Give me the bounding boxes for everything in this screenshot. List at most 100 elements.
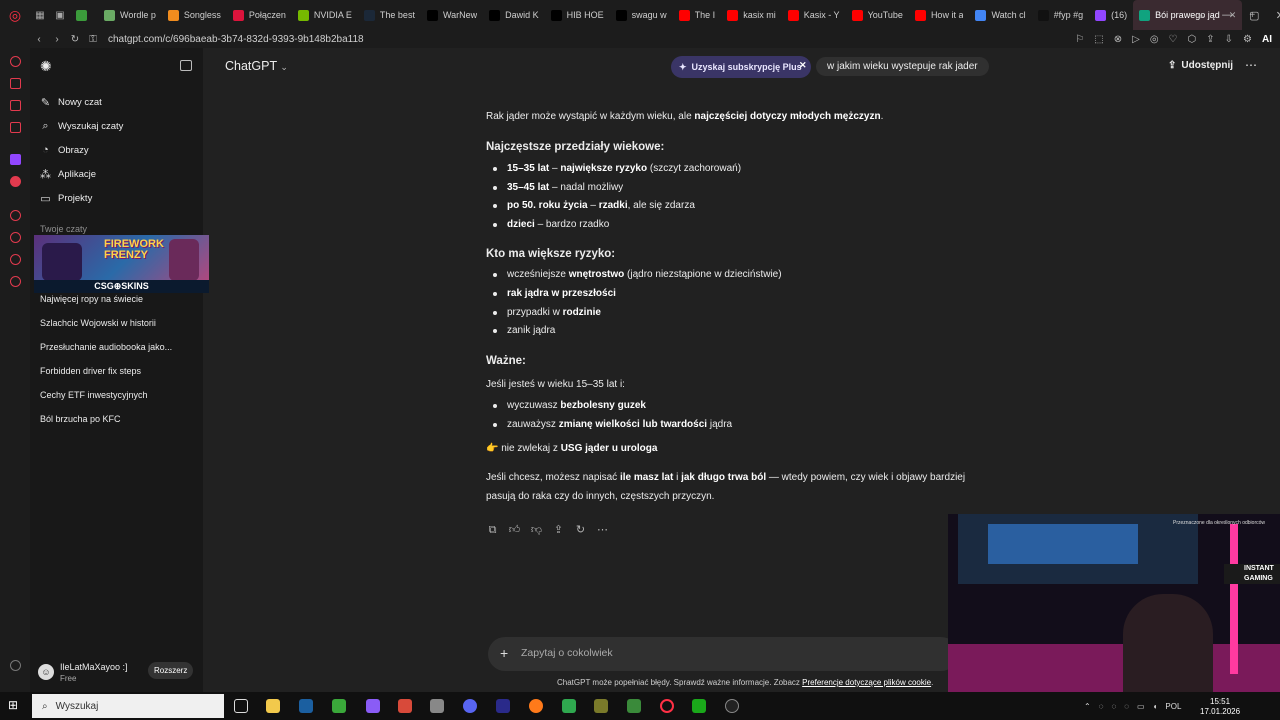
download-icon[interactable]: ⇩ (1225, 34, 1233, 45)
blender-icon[interactable] (529, 699, 543, 713)
tray-app-icon[interactable]: ◌ (1124, 702, 1129, 711)
forward-button[interactable]: › (48, 34, 66, 45)
player-rail-icon[interactable] (10, 210, 21, 221)
browser-tab[interactable]: How it a (909, 0, 970, 30)
messenger-icon[interactable] (10, 100, 21, 111)
upgrade-button[interactable]: Rozszerz (148, 662, 194, 679)
pinboard-icon[interactable] (10, 254, 21, 265)
opera-logo-icon[interactable]: ◎ (0, 0, 30, 30)
opera-gx-icon[interactable] (660, 699, 674, 713)
thumbs-down-icon[interactable]: 👎︎ (530, 524, 543, 537)
close-icon[interactable]: ✕ (799, 60, 807, 71)
snapshot-icon[interactable]: ⬚ (1094, 34, 1103, 45)
player-icon[interactable]: ▷ (1132, 34, 1140, 45)
discord-icon[interactable] (463, 699, 477, 713)
clock[interactable]: 15:51 17.01.2026 (1200, 697, 1240, 717)
composer[interactable]: + Zapytaj o cokolwiek (488, 637, 958, 671)
user-profile-row[interactable]: ☺ IleLatMaXayoo :] Free Rozszerz (38, 658, 203, 686)
app-icon[interactable] (627, 699, 641, 713)
cookie-preferences-link[interactable]: Preferencje dotyczące plików cookie (802, 678, 931, 687)
browser-tab[interactable] (70, 0, 98, 30)
url-field[interactable]: chatgpt.com/c/696baeab-3b74-832d-9393-9b… (108, 34, 364, 45)
taskbar-search[interactable]: ⌕ Wyszukaj (32, 694, 224, 718)
thumbs-up-icon[interactable]: 👍︎ (508, 524, 521, 537)
camera-icon[interactable]: ◎ (1150, 34, 1159, 45)
tray-app-icon[interactable]: ◌ (1099, 702, 1104, 711)
search-tabs-icon[interactable]: ⌕ (1200, 9, 1206, 22)
sidebar-item-apps[interactable]: ⁂ Aplikacje (40, 163, 195, 185)
browser-tab[interactable]: The I (673, 0, 722, 30)
browser-tab[interactable]: swagu w (610, 0, 673, 30)
maximize-button[interactable]: ▢ (1249, 9, 1259, 22)
crystal-app-icon[interactable] (366, 699, 380, 713)
chat-item[interactable]: Najwięcej ropy na świecie (40, 294, 200, 304)
browser-tab[interactable]: NVIDIA E (292, 0, 358, 30)
extensions-icon[interactable]: ⬡ (1188, 34, 1197, 45)
aria-icon[interactable] (10, 56, 21, 67)
minecraft-icon[interactable] (332, 699, 346, 713)
chevron-up-icon[interactable]: ⌃ (1084, 702, 1091, 711)
chat-item[interactable]: Szlachcic Wojowski w historii (40, 318, 200, 328)
bookmark-icon[interactable]: ⚐ (1075, 34, 1084, 45)
browser-tab[interactable]: Songless (162, 0, 227, 30)
site-info-icon[interactable]: ⚿ (84, 34, 102, 45)
copy-icon[interactable]: ⧉ (486, 524, 499, 537)
sidebar-toggle-icon[interactable] (180, 60, 192, 71)
browser-tab[interactable]: WarNew (421, 0, 483, 30)
task-view-icon[interactable] (234, 699, 248, 713)
adblock-icon[interactable]: ⊗ (1114, 34, 1122, 45)
chat-item[interactable]: Forbidden driver fix steps (40, 366, 200, 376)
ai-button[interactable]: AI (1262, 34, 1272, 45)
regenerate-icon[interactable]: ↻ (574, 524, 587, 537)
attach-plus-icon[interactable]: + (500, 645, 508, 661)
browser-tab[interactable]: (16) (1089, 0, 1133, 30)
browser-tab[interactable]: Watch cl (969, 0, 1031, 30)
workspaces-icon[interactable] (10, 78, 21, 89)
share-icon[interactable]: ⇪ (1206, 34, 1214, 45)
sidebar-item-search[interactable]: ⌕ Wyszukaj czaty (40, 115, 195, 137)
language-indicator[interactable]: POL (1165, 702, 1181, 711)
file-explorer-icon[interactable] (266, 699, 280, 713)
sidebar-item-new-chat[interactable]: ✎ Nowy czat (40, 91, 195, 113)
tray-app-icon[interactable]: ◌ (1111, 702, 1116, 711)
browser-tab[interactable]: The best (358, 0, 421, 30)
app-icon[interactable] (562, 699, 576, 713)
music-icon[interactable] (10, 122, 21, 133)
reload-button[interactable]: ↻ (66, 34, 84, 45)
more-options-icon[interactable]: ⋯ (1245, 58, 1257, 72)
browser-tab[interactable]: YouTube (846, 0, 909, 30)
app-icon[interactable] (398, 699, 412, 713)
browser-tab[interactable]: #fyp #g (1032, 0, 1090, 30)
openai-logo-icon[interactable]: ✺ (40, 58, 56, 74)
share-icon[interactable]: ⇪ (552, 524, 565, 537)
app-icon[interactable] (430, 699, 444, 713)
chat-item[interactable]: Przesłuchanie audiobooka jako... (40, 342, 200, 352)
tab-grid-icon[interactable]: ▦ (30, 0, 50, 30)
premiere-icon[interactable] (496, 699, 510, 713)
chat-item[interactable]: Ból brzucha po KFC (40, 414, 200, 424)
minimize-button[interactable]: — (1222, 9, 1233, 21)
heart-icon[interactable]: ♡ (1169, 34, 1178, 45)
steam-icon[interactable] (299, 699, 313, 713)
sidebar-item-images[interactable]: ◔ Obrazy (40, 139, 195, 161)
prompt-input[interactable]: Zapytaj o cokolwiek (521, 647, 613, 659)
browser-tab[interactable]: Kasix - Y (782, 0, 846, 30)
app-icon[interactable] (692, 699, 706, 713)
settings-rail-icon[interactable] (10, 276, 21, 287)
chat-item[interactable]: Cechy ETF inwestycyjnych (40, 390, 200, 400)
twitch-icon[interactable] (10, 154, 21, 165)
browser-tab[interactable]: Połączen (227, 0, 292, 30)
browser-tab[interactable]: Dawid K (483, 0, 545, 30)
back-button[interactable]: ‹ (30, 34, 48, 45)
obs-icon[interactable] (725, 699, 739, 713)
settings-icon[interactable]: ⚙ (1243, 34, 1252, 45)
windows-start-icon[interactable]: ⊞ (8, 699, 21, 712)
sidebar-item-projects[interactable]: ▭ Projekty (40, 187, 195, 209)
app-icon[interactable] (594, 699, 608, 713)
browser-tab[interactable]: Wordle p (98, 0, 162, 30)
share-button[interactable]: ⇪ Udostępnij (1168, 60, 1233, 71)
close-window-button[interactable]: ✕ (1276, 9, 1280, 22)
history-icon[interactable] (10, 232, 21, 243)
more-rail-icon[interactable] (10, 660, 21, 671)
tab-icon[interactable]: ▣ (50, 0, 70, 30)
